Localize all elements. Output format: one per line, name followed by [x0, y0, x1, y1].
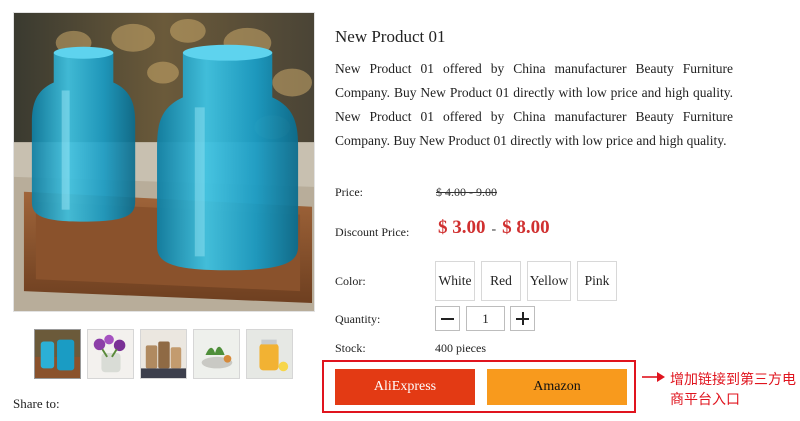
stock-label: Stock:	[335, 341, 366, 355]
amazon-button[interactable]: Amazon	[487, 369, 627, 405]
thumbnail-3[interactable]	[140, 329, 187, 379]
color-option-white[interactable]: White	[435, 261, 475, 301]
product-description: New Product 01 offered by China manufact…	[335, 61, 733, 148]
quantity-increase-button[interactable]	[510, 306, 535, 331]
price-label: Price:	[335, 185, 363, 199]
flower-vase-thumbnail	[88, 330, 133, 378]
discount-price: $ 3.00- $ 8.00	[438, 217, 550, 239]
quantity-decrease-button[interactable]	[435, 306, 460, 331]
storage-jars-thumbnail	[141, 330, 186, 378]
product-title: New Product 01	[335, 27, 446, 46]
color-option-pink[interactable]: Pink	[577, 261, 617, 301]
color-option-red[interactable]: Red	[481, 261, 521, 301]
aliexpress-button[interactable]: AliExpress	[335, 369, 475, 405]
thumbnail-2[interactable]	[87, 329, 134, 379]
quantity-label: Quantity:	[335, 312, 381, 326]
thumbnail-1[interactable]	[34, 329, 81, 379]
discount-price-label: Discount Price:	[335, 225, 410, 239]
minus-icon	[441, 318, 454, 320]
main-product-image	[13, 12, 315, 312]
thumbnail-5[interactable]	[246, 329, 293, 379]
share-label: Share to:	[13, 396, 60, 411]
plus-icon-vertical	[522, 312, 524, 325]
discount-price-high: $ 8.00	[502, 217, 550, 238]
quantity-input[interactable]	[466, 306, 505, 331]
arrow-right-icon	[642, 372, 665, 382]
discount-price-separator: -	[491, 222, 497, 237]
bowl-plant-thumbnail	[194, 330, 239, 378]
blue-jars-photo	[14, 13, 314, 311]
thumbnail-4[interactable]	[193, 329, 240, 379]
discount-price-low: $ 3.00	[438, 217, 486, 238]
original-price: $ 4.00 - 9.00	[436, 185, 497, 199]
blue-jars-thumbnail	[35, 330, 80, 378]
color-label: Color:	[335, 274, 366, 288]
stock-value: 400 pieces	[435, 341, 486, 355]
color-option-yellow[interactable]: Yellow	[527, 261, 571, 301]
juice-jar-thumbnail	[247, 330, 292, 378]
annotation-note: 增加链接到第三方电商平台入口	[670, 372, 796, 408]
